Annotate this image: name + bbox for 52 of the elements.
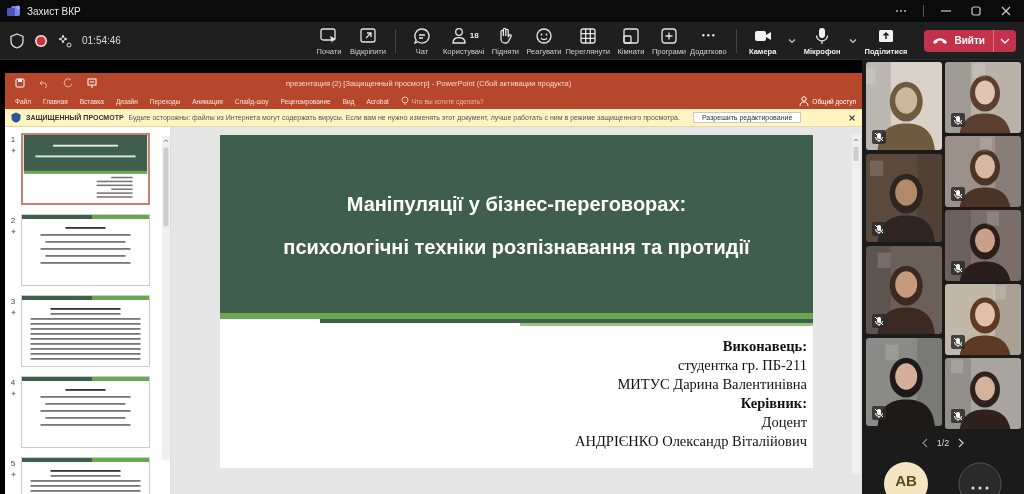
app-logo-icon bbox=[7, 5, 21, 17]
slide-number: 2 bbox=[10, 216, 16, 225]
page-indicator: 1/2 bbox=[936, 438, 950, 448]
star-icon bbox=[10, 391, 16, 396]
close-icon[interactable] bbox=[848, 113, 856, 122]
restore-icon[interactable] bbox=[968, 4, 984, 18]
shield-icon bbox=[10, 32, 24, 49]
credit-line: МИТУС Дарина Валентинівна bbox=[617, 375, 807, 394]
credit-line: Виконавець: bbox=[722, 337, 807, 356]
presentation-icon[interactable] bbox=[87, 78, 97, 88]
scrollbar[interactable] bbox=[852, 135, 860, 475]
redo-icon[interactable] bbox=[63, 78, 73, 88]
slide-number: 1 bbox=[10, 135, 16, 144]
meeting-timer: 01:54:46 bbox=[82, 35, 121, 46]
chat-icon bbox=[412, 25, 432, 46]
scrollbar[interactable] bbox=[162, 133, 170, 463]
star-icon bbox=[10, 148, 16, 153]
slide-number: 3 bbox=[10, 297, 16, 306]
more-icon bbox=[701, 34, 715, 37]
undo-icon[interactable] bbox=[39, 78, 49, 88]
leave-button[interactable]: Вийти bbox=[924, 29, 1016, 52]
star-icon bbox=[10, 229, 16, 234]
shield-icon bbox=[11, 112, 21, 123]
smiley-icon bbox=[533, 25, 554, 46]
save-icon[interactable] bbox=[15, 78, 25, 88]
chevron-left-icon[interactable] bbox=[920, 438, 929, 448]
slide-thumbnail[interactable] bbox=[21, 214, 150, 286]
chevron-right-icon[interactable] bbox=[957, 438, 966, 448]
sparkle-icon bbox=[58, 33, 72, 48]
popout-icon bbox=[357, 25, 378, 46]
credit-line: студентка гр. ПБ-211 bbox=[678, 356, 807, 375]
star-icon bbox=[10, 310, 16, 315]
credit-line: АНДРІЄНКО Олександр Віталійович bbox=[575, 432, 807, 451]
grid-icon bbox=[577, 25, 598, 46]
hang-up-icon bbox=[932, 35, 949, 46]
avatar[interactable]: AB bbox=[884, 462, 928, 494]
slide-title: психологічні техніки розпізнавання та протидії bbox=[283, 236, 750, 259]
slide-number: 4 bbox=[10, 378, 16, 387]
slide-thumbnail[interactable] bbox=[21, 295, 150, 367]
slide-thumbnail[interactable] bbox=[21, 133, 150, 205]
credit-line: Доцент bbox=[761, 413, 807, 432]
star-icon bbox=[10, 472, 16, 477]
slide-thumbnail[interactable] bbox=[21, 376, 150, 448]
more-participants-button[interactable] bbox=[958, 462, 1002, 494]
plus-square-icon bbox=[658, 25, 679, 46]
credit-line: Керівник: bbox=[740, 394, 807, 413]
window-title: Захист ВКР bbox=[27, 5, 81, 17]
slide-number: 5 bbox=[10, 459, 16, 468]
rooms-icon bbox=[620, 25, 641, 46]
person-icon bbox=[799, 96, 810, 106]
lightbulb-icon bbox=[400, 96, 409, 106]
slide-title: Маніпуляції у бізнес-переговорах: bbox=[346, 193, 687, 216]
